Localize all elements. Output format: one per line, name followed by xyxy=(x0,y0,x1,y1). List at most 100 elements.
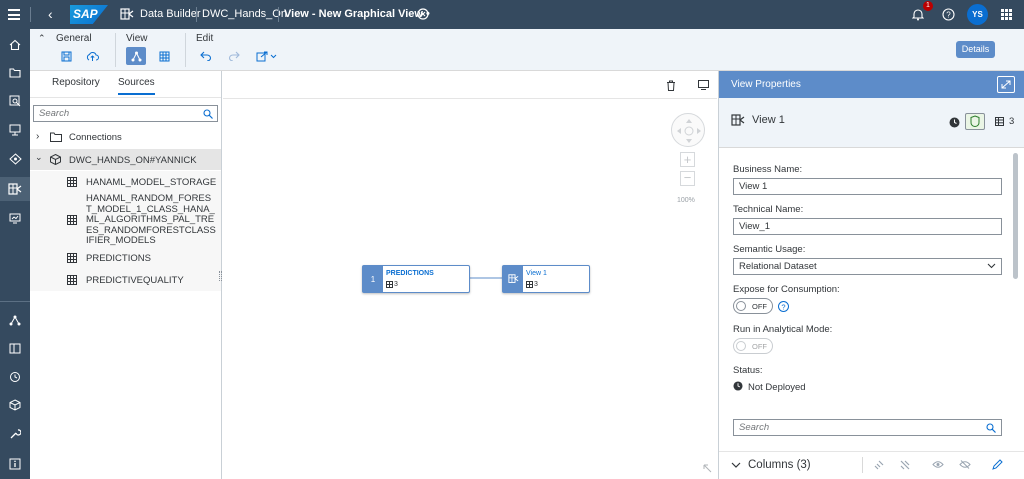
node-link xyxy=(469,277,503,279)
header-column-count: 3 xyxy=(1009,116,1015,127)
breadcrumb-space[interactable]: DWC_Hands_On xyxy=(202,8,287,20)
home-icon[interactable] xyxy=(0,33,30,57)
connections-icon[interactable] xyxy=(0,308,30,332)
view-properties-panel: View Properties View 1 3 Business Name: … xyxy=(718,71,1024,479)
breadcrumb-view[interactable]: View - New Graphical View • xyxy=(284,8,430,20)
close-circle-icon[interactable] xyxy=(417,8,429,20)
data-builder-nav-icon[interactable] xyxy=(0,177,30,201)
group-edit-label: Edit xyxy=(196,33,214,44)
search-icon[interactable] xyxy=(203,109,213,119)
tree-item-table[interactable]: PREDICTIVEQUALITY xyxy=(30,269,221,290)
columns-search-input[interactable]: Search xyxy=(733,419,1002,436)
svg-text:?: ? xyxy=(946,11,951,20)
graphical-canvas[interactable]: + − 100% 1 PREDICTIONS 3 View 1 3 xyxy=(223,71,717,479)
folder-icon xyxy=(50,132,62,142)
tree-label-space: DWC_HANDS_ON#YANNICK xyxy=(69,155,197,166)
folder-icon[interactable] xyxy=(0,60,30,84)
node-predictions[interactable]: 1 PREDICTIONS 3 xyxy=(362,265,470,293)
business-name-field[interactable]: View 1 xyxy=(733,178,1002,195)
business-builder-icon[interactable] xyxy=(0,147,30,171)
export-dropdown-icon[interactable] xyxy=(252,47,282,65)
node-column-count: 3 xyxy=(534,281,538,288)
deploy-icon[interactable] xyxy=(82,47,102,65)
columns-icon xyxy=(995,117,1004,126)
analytical-toggle-text: OFF xyxy=(752,342,767,351)
columns-icon xyxy=(526,281,533,288)
expose-toggle[interactable]: OFF xyxy=(733,298,773,314)
columns-icon xyxy=(386,281,393,288)
svg-text:?: ? xyxy=(781,303,785,312)
sap-logo: SAP xyxy=(70,5,108,24)
tab-repository[interactable]: Repository xyxy=(52,77,100,88)
chevron-right-icon[interactable]: › xyxy=(36,131,39,142)
table-icon xyxy=(67,253,77,263)
zoom-out-icon[interactable]: − xyxy=(680,171,695,186)
chevron-down-icon[interactable] xyxy=(731,462,741,469)
columns-section-header: Columns (3) xyxy=(719,451,1024,479)
undo-icon[interactable] xyxy=(196,47,216,65)
pan-control-icon[interactable] xyxy=(671,113,705,147)
help-icon[interactable]: ? xyxy=(942,8,955,21)
avatar[interactable]: YS xyxy=(967,4,988,25)
graph-view-icon[interactable] xyxy=(126,47,146,65)
analytical-mode-toggle[interactable]: OFF xyxy=(733,338,773,354)
help-icon[interactable]: ? xyxy=(778,301,789,312)
tree-label-table: PREDICTIONS xyxy=(86,253,151,264)
package-icon[interactable] xyxy=(0,393,30,417)
group-general-label: General xyxy=(56,33,92,44)
info-icon[interactable] xyxy=(0,452,30,476)
panel-resize-handle[interactable] xyxy=(219,271,222,281)
trash-icon[interactable] xyxy=(666,80,676,91)
zoom-in-icon[interactable]: + xyxy=(680,152,695,167)
redo-icon[interactable] xyxy=(224,47,244,65)
technical-name-field[interactable]: View_1 xyxy=(733,218,1002,235)
chevron-down-icon[interactable]: ⌄ xyxy=(35,152,43,163)
group-view-label: View xyxy=(126,33,148,44)
columns-title: Columns (3) xyxy=(748,459,811,471)
space-management-icon[interactable] xyxy=(0,336,30,360)
unlink-icon[interactable] xyxy=(899,459,911,471)
tree-item-table[interactable]: PREDICTIONS xyxy=(30,247,221,268)
collapse-chevron-icon[interactable]: ⌃ xyxy=(38,33,46,44)
tree-item-connections[interactable]: › Connections xyxy=(30,127,221,148)
edit-icon[interactable] xyxy=(992,459,1003,470)
properties-header: View Properties xyxy=(719,71,1024,98)
properties-scrollbar[interactable] xyxy=(1013,153,1018,279)
semantic-usage-label: Semantic Usage: xyxy=(733,244,806,255)
show-icon[interactable] xyxy=(932,460,944,469)
bell-icon[interactable] xyxy=(912,8,924,21)
data-integration-monitor-icon[interactable] xyxy=(0,206,30,230)
tree-item-table[interactable]: HANAML_MODEL_STORAGE xyxy=(30,171,221,192)
presentation-icon[interactable] xyxy=(0,118,30,142)
semantic-usage-select[interactable]: Relational Dataset xyxy=(733,258,1002,275)
history-icon[interactable] xyxy=(0,365,30,389)
preview-icon[interactable] xyxy=(698,80,709,90)
product-switch-icon[interactable] xyxy=(1001,9,1012,20)
link-icon[interactable] xyxy=(873,459,885,471)
clock-icon xyxy=(949,117,960,128)
search-icon[interactable] xyxy=(986,423,996,433)
source-search-input[interactable]: Search xyxy=(33,105,218,122)
hide-icon[interactable] xyxy=(959,460,971,469)
table-view-icon[interactable] xyxy=(154,47,174,65)
details-button[interactable]: Details xyxy=(956,41,995,58)
expand-corner-icon[interactable] xyxy=(703,464,712,473)
tree-item-table[interactable]: HANAML_RANDOM_FOREST_MODEL_1_CLASS_HANA_… xyxy=(30,193,221,249)
wrench-icon[interactable] xyxy=(0,422,30,446)
save-icon[interactable] xyxy=(56,47,76,65)
catalog-search-icon[interactable] xyxy=(0,89,30,113)
back-icon[interactable]: ‹ xyxy=(48,6,53,22)
fullscreen-icon[interactable] xyxy=(997,76,1015,93)
app-name[interactable]: Data Builder xyxy=(140,8,201,20)
menu-icon[interactable] xyxy=(8,9,20,20)
tree-item-space[interactable]: ⌄ DWC_HANDS_ON#YANNICK xyxy=(30,149,221,170)
status-value: Not Deployed xyxy=(748,382,806,393)
chevron-down-icon[interactable] xyxy=(987,263,996,269)
properties-subheader: View 1 3 xyxy=(719,98,1024,148)
zoom-level: 100% xyxy=(677,197,695,204)
node-view[interactable]: View 1 3 xyxy=(502,265,590,293)
canvas-toolbar xyxy=(223,71,717,99)
tab-sources[interactable]: Sources xyxy=(118,77,155,95)
shield-icon[interactable] xyxy=(965,113,985,130)
expose-label: Expose for Consumption: xyxy=(733,284,840,295)
